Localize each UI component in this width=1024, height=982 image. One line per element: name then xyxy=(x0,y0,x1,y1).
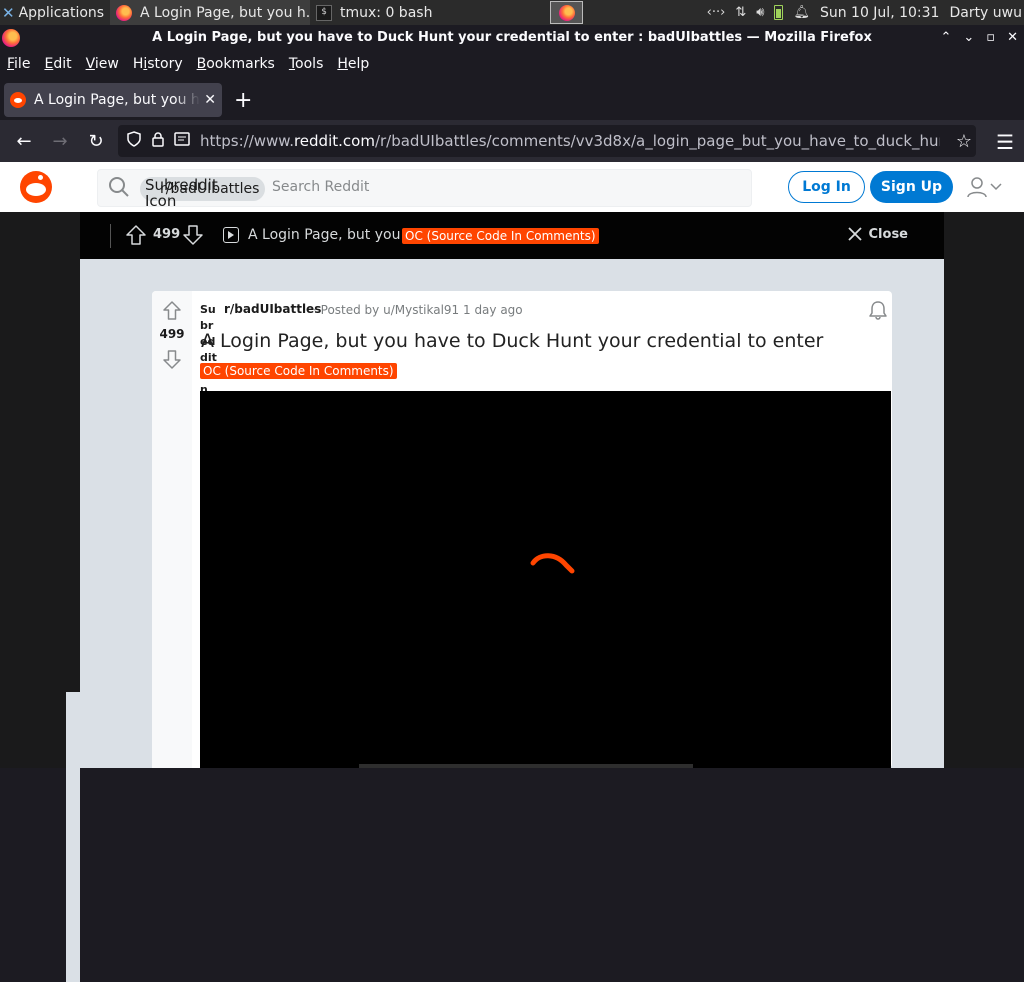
close-label: Close xyxy=(868,226,908,242)
xfce-applications-icon: ✕ xyxy=(2,3,15,22)
terminal-icon: $ xyxy=(316,4,332,21)
tile-icon[interactable]: ⌄ xyxy=(963,30,974,45)
video-post-icon xyxy=(223,227,239,243)
back-icon[interactable]: ← xyxy=(6,131,42,152)
bell-icon[interactable] xyxy=(867,299,889,321)
url-text: https://www.reddit.com/r/badUIbattles/co… xyxy=(200,132,940,150)
reddit-favicon-icon xyxy=(10,92,26,108)
shield-icon[interactable] xyxy=(122,131,146,151)
firefox-icon xyxy=(558,4,575,21)
downvote-icon[interactable] xyxy=(162,348,182,370)
volume-icon[interactable]: 🔊︎ xyxy=(756,5,764,20)
applications-label: Applications xyxy=(18,4,105,21)
user-icon xyxy=(967,177,987,198)
post-overlay-bar: 499 A Login Page, but you... OC (Source … xyxy=(80,212,944,259)
window-controls: ⌃ ⌄ ▫ ✕ xyxy=(940,25,1018,50)
system-tray: ‹··› ⇅ 🔊︎ 🔔︎ Sun 10 Jul, 10:31 Darty uwu xyxy=(707,0,1024,25)
subreddit-icon-alt-text: Subreddit Icon xyxy=(145,176,218,210)
posted-by-meta[interactable]: · Posted by u/Mystikal91 1 day ago xyxy=(313,303,523,317)
minimize-icon[interactable]: ⌃ xyxy=(940,30,951,45)
login-button[interactable]: Log In xyxy=(788,171,865,203)
taskbar-item-label: tmux: 0 bash xyxy=(340,4,433,21)
navigation-toolbar: ← → ↻ https://www.reddit.com/r/badUIbatt… xyxy=(0,120,1024,162)
maximize-icon[interactable]: ▫ xyxy=(986,30,995,45)
applications-menu[interactable]: ✕ Applications xyxy=(0,0,110,25)
firefox-icon xyxy=(2,29,20,47)
menu-file[interactable]: File xyxy=(0,56,37,72)
reddit-logo-icon[interactable] xyxy=(20,171,52,203)
window-titlebar[interactable]: A Login Page, but you have to Duck Hunt … xyxy=(0,25,1024,50)
notification-bell-icon[interactable]: 🔔︎ xyxy=(793,5,810,20)
menu-icon[interactable]: ☰ xyxy=(996,130,1014,154)
firefox-icon xyxy=(116,4,132,21)
search-bar[interactable]: Subreddit Icon r/badUIbattles Search Red… xyxy=(97,169,752,209)
downvote-icon[interactable] xyxy=(182,224,204,246)
search-subreddit-chip[interactable]: Subreddit Icon r/badUIbattles xyxy=(140,177,266,209)
reader-view-icon[interactable] xyxy=(170,132,194,150)
tab-close-icon[interactable]: ✕ xyxy=(204,92,216,108)
system-top-panel: ✕ Applications A Login Page, but you h..… xyxy=(0,0,1024,25)
taskbar-item-firefox[interactable]: A Login Page, but you h... xyxy=(110,0,310,25)
overlay-flair-badge[interactable]: OC (Source Code In Comments) xyxy=(402,228,599,244)
menu-edit[interactable]: Edit xyxy=(37,56,78,72)
tab-strip: A Login Page, but you have ✕ + xyxy=(0,80,1024,120)
clock[interactable]: Sun 10 Jul, 10:31 xyxy=(820,5,940,21)
menu-help[interactable]: Help xyxy=(330,56,376,72)
subreddit-link[interactable]: r/badUIbattles xyxy=(224,302,321,316)
workspace-pager[interactable] xyxy=(550,1,583,24)
close-icon xyxy=(847,227,862,241)
address-bar[interactable]: https://www.reddit.com/r/badUIbattles/co… xyxy=(118,125,976,157)
bookmark-star-icon[interactable]: ☆ xyxy=(956,131,972,152)
menu-tools[interactable]: Tools xyxy=(282,56,331,72)
upvote-icon[interactable] xyxy=(162,300,182,322)
forward-icon[interactable]: → xyxy=(42,131,78,152)
menu-view[interactable]: View xyxy=(79,56,126,72)
menu-bar: File Edit View History Bookmarks Tools H… xyxy=(0,50,1024,78)
signup-button[interactable]: Sign Up xyxy=(870,171,953,203)
chevron-down-icon xyxy=(990,183,1002,191)
vote-score: 499 xyxy=(159,327,185,341)
upvote-icon[interactable] xyxy=(125,224,147,246)
taskbar-item-label: A Login Page, but you h... xyxy=(140,4,310,21)
network-arrows-icon[interactable]: ‹··› xyxy=(707,5,726,20)
background-feed-edge xyxy=(66,692,80,982)
search-icon xyxy=(109,177,129,197)
lock-icon[interactable] xyxy=(146,131,170,151)
overlay-score: 499 xyxy=(153,227,181,242)
taskbar-item-terminal[interactable]: $ tmux: 0 bash xyxy=(310,0,510,25)
tab-reddit-post[interactable]: A Login Page, but you have ✕ xyxy=(4,83,222,117)
post-flair-badge[interactable]: OC (Source Code In Comments) xyxy=(200,363,397,379)
menu-history[interactable]: History xyxy=(126,56,190,72)
close-window-icon[interactable]: ✕ xyxy=(1007,30,1018,45)
post-title: A Login Page, but you have to Duck Hunt … xyxy=(201,330,824,352)
overlay-post-title: A Login Page, but you... xyxy=(248,227,414,243)
reload-icon[interactable]: ↻ xyxy=(78,131,114,152)
window-title: A Login Page, but you have to Duck Hunt … xyxy=(152,30,872,45)
loading-spinner-icon xyxy=(530,553,575,574)
video-player[interactable] xyxy=(200,391,891,768)
video-scrubber[interactable] xyxy=(359,764,693,768)
user-dropdown[interactable] xyxy=(966,176,1006,198)
close-overlay-button[interactable]: Close xyxy=(847,226,908,242)
user-name[interactable]: Darty uwu xyxy=(949,5,1022,21)
new-tab-button[interactable]: + xyxy=(234,88,252,113)
network-icon[interactable]: ⇅ xyxy=(735,5,746,20)
divider xyxy=(110,224,111,248)
reddit-header: Subreddit Icon r/badUIbattles Search Red… xyxy=(0,162,1024,212)
battery-icon[interactable] xyxy=(774,5,784,20)
menu-bookmarks[interactable]: Bookmarks xyxy=(190,56,282,72)
tab-label: A Login Page, but you have xyxy=(34,92,200,108)
search-input[interactable]: Search Reddit xyxy=(272,179,369,195)
